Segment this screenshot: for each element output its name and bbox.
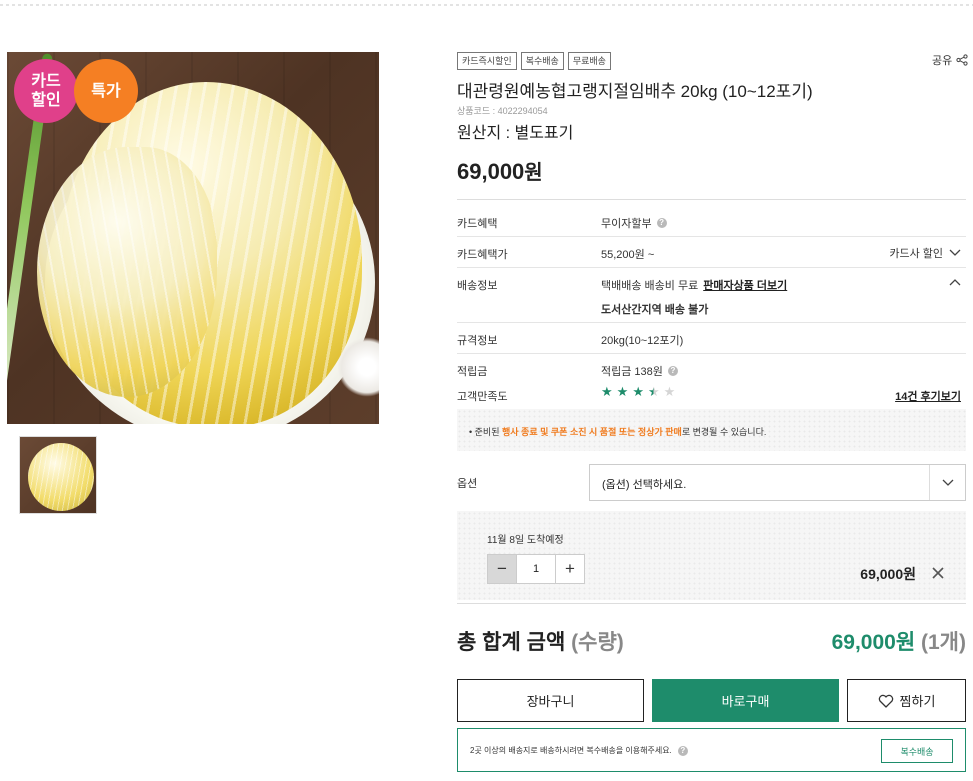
multi-shipping-button[interactable]: 복수배송 <box>881 739 953 763</box>
cabbage-half-shape <box>37 147 217 397</box>
tag-multi-shipping: 복수배송 <box>520 52 564 70</box>
price-number: 69,000 <box>457 159 525 184</box>
help-icon[interactable]: ? <box>667 366 678 376</box>
share-icon <box>956 54 968 66</box>
chevron-down-icon <box>949 249 961 256</box>
total-divider <box>457 603 966 604</box>
product-price: 69,000원 <box>457 156 543 185</box>
notice-highlight: 행사 종료 및 쿠폰 소진 시 품절 또는 정상가 판매 <box>502 427 682 437</box>
quantity-decrease-button[interactable]: − <box>487 554 517 584</box>
star-icon: ★ <box>632 384 644 399</box>
close-icon[interactable] <box>930 565 946 581</box>
help-icon[interactable]: ? <box>677 745 688 756</box>
chevron-up-icon <box>949 279 961 286</box>
star-icon: ★ <box>601 384 613 399</box>
product-tags: 카드즉시할인 복수배송 무료배송 <box>457 52 611 70</box>
tag-free-shipping: 무료배송 <box>567 52 611 70</box>
multi-shipping-message-wrap: 2곳 이상의 배송지로 배송하시려면 복수배송을 이용해주세요. ? <box>470 745 688 756</box>
card-discount-badge: 카드 할인 <box>14 59 78 123</box>
price-change-notice: • 준비된 행사 종료 및 쿠폰 소진 시 품절 또는 정상가 판매로 변경될 … <box>457 409 966 451</box>
total-amount-value: 69,000원 <box>831 631 916 654</box>
help-icon[interactable]: ? <box>656 218 667 228</box>
product-thumbnail[interactable] <box>19 436 97 514</box>
buy-now-button-label: 바로구매 <box>721 694 770 709</box>
card-discount-toggle-label: 카드사 할인 <box>889 248 943 260</box>
star-icon: ★ <box>616 384 629 399</box>
points-label: 적립금 <box>457 366 488 378</box>
card-price-value: 55,200원 ~ <box>601 249 655 261</box>
option-label: 옵션 <box>457 478 478 490</box>
row-points: 적립금 적립금 138원 ? <box>457 354 966 380</box>
shipping-collapse-toggle[interactable] <box>949 278 961 286</box>
quantity-value[interactable]: 1 <box>517 554 555 584</box>
quantity-stepper: − 1 + <box>487 554 585 584</box>
tag-card-instant-discount: 카드즉시할인 <box>457 52 517 70</box>
points-value-wrap: 적립금 138원 ? <box>601 363 678 379</box>
top-dotted-border <box>0 0 973 6</box>
satisfaction-label: 고객만족도 <box>457 391 508 403</box>
row-spec: 규격정보 20kg(10~12포기) <box>457 323 966 354</box>
row-card-benefit: 카드혜택 무이자할부 ? <box>457 200 966 237</box>
spec-label: 규격정보 <box>457 335 498 347</box>
points-value: 적립금 138원 <box>601 366 663 378</box>
shipping-fee-text: 택배배송 배송비 무료 <box>601 280 699 292</box>
shipping-label: 배송정보 <box>457 280 498 292</box>
share-button[interactable]: 공유 <box>932 52 968 68</box>
multi-shipping-message: 2곳 이상의 배송지로 배송하시려면 복수배송을 이용해주세요. <box>470 746 672 755</box>
heart-icon <box>878 694 893 708</box>
star-half-icon: ★ <box>647 384 660 399</box>
product-code: 상품코드 : 4022294054 <box>457 106 548 116</box>
cart-button-label: 장바구니 <box>526 694 575 709</box>
row-satisfaction: 고객만족도 ★ ★ ★ ★ ★ 14건 후기보기 <box>457 380 966 409</box>
wishlist-button-label: 찜하기 <box>899 694 936 709</box>
notice-suffix: 로 변경될 수 있습니다. <box>681 427 767 437</box>
selected-item-box: 11월 8일 도착예정 − 1 + 69,000원 <box>457 511 966 600</box>
cart-button[interactable]: 장바구니 <box>457 679 644 722</box>
chevron-down-icon <box>942 479 953 486</box>
total-label-sub: (수량) <box>571 631 624 654</box>
row-card-price: 카드혜택가 55,200원 ~ 카드사 할인 <box>457 237 966 268</box>
star-rating: ★ ★ ★ ★ ★ <box>601 384 676 400</box>
total-label: 총 합계 금액 (수량) <box>457 626 624 656</box>
option-dropdown-arrow[interactable] <box>929 465 965 500</box>
card-discount-toggle[interactable]: 카드사 할인 <box>889 245 961 261</box>
card-benefit-value-wrap: 무이자할부 ? <box>601 215 667 231</box>
total-amount: 69,000원 (1개) <box>832 626 966 656</box>
buy-now-button[interactable]: 바로구매 <box>652 679 839 722</box>
row-shipping: 배송정보 택배배송 배송비 무료 판매자상품 더보기 도서산간지역 배송 불가 <box>457 268 966 323</box>
quantity-increase-button[interactable]: + <box>555 554 585 584</box>
notice-prefix: • 준비된 <box>469 427 502 437</box>
total-label-text: 총 합계 금액 <box>457 631 566 654</box>
special-price-badge-text: 특가 <box>91 82 121 100</box>
reviews-link[interactable]: 14건 후기보기 <box>895 388 961 404</box>
product-origin: 원산지 : 별도표기 <box>457 125 574 142</box>
line-price: 69,000원 <box>860 566 916 582</box>
multi-shipping-box: 2곳 이상의 배송지로 배송하시려면 복수배송을 이용해주세요. ? 복수배송 <box>457 728 966 772</box>
star-empty-icon: ★ <box>663 384 676 399</box>
shipping-restriction: 도서산간지역 배송 불가 <box>601 304 709 316</box>
shipping-value-wrap: 택배배송 배송비 무료 판매자상품 더보기 <box>601 277 787 293</box>
wishlist-button[interactable]: 찜하기 <box>847 679 966 722</box>
total-count: (1개) <box>921 631 966 654</box>
arrival-date: 11월 8일 도착예정 <box>487 535 564 546</box>
special-price-badge: 특가 <box>74 59 138 123</box>
card-benefit-value: 무이자할부 <box>601 218 652 230</box>
share-label: 공유 <box>932 55 953 67</box>
product-title: 대관령원예농협고랭지절임배추 20kg (10~12포기) <box>457 82 813 101</box>
option-select[interactable]: (옵션) 선택하세요. <box>589 464 966 501</box>
card-benefit-label: 카드혜택 <box>457 218 498 230</box>
price-unit: 원 <box>524 162 543 184</box>
seller-products-link[interactable]: 판매자상품 더보기 <box>703 277 787 293</box>
card-discount-badge-text: 카드 할인 <box>31 73 61 109</box>
spec-value: 20kg(10~12포기) <box>601 335 684 347</box>
product-info-table: 카드혜택 무이자할부 ? 카드혜택가 55,200원 ~ 카드사 할인 배송정보… <box>457 199 966 409</box>
option-select-value: (옵션) 선택하세요. <box>602 479 687 491</box>
thumbnail-cabbage-shape <box>28 443 94 511</box>
card-price-label: 카드혜택가 <box>457 249 508 261</box>
